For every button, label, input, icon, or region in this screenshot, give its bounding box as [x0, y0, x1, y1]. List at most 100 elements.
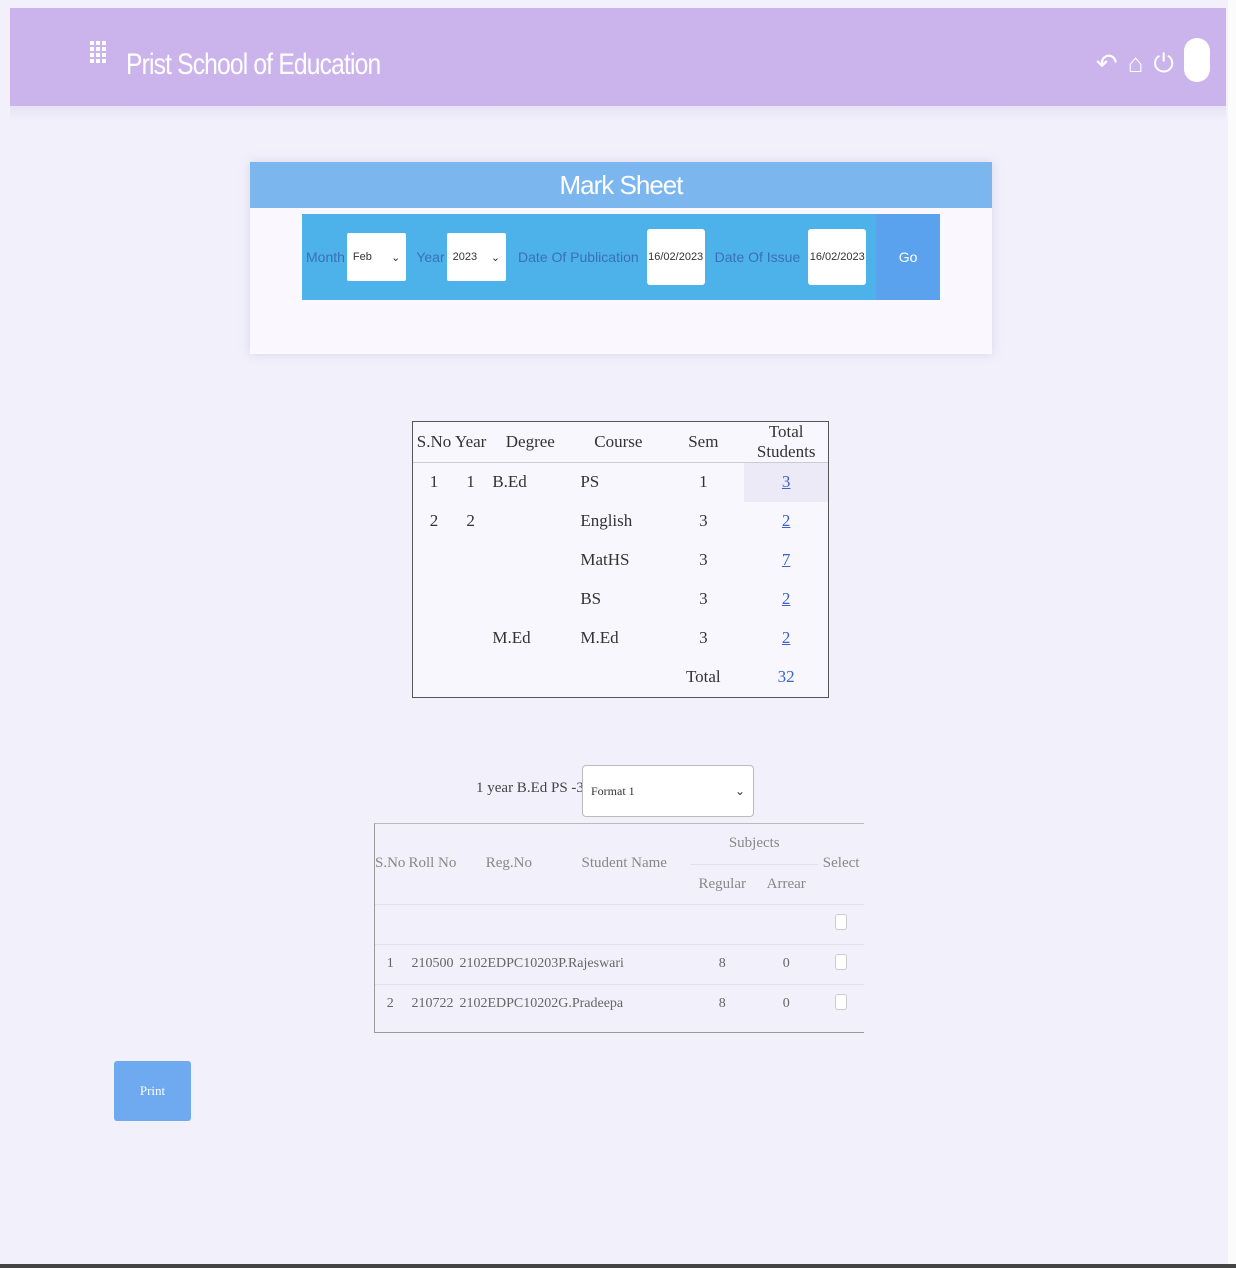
year-label: Year [416, 249, 445, 265]
col-degree: Degree [486, 422, 575, 463]
chevron-down-icon: ⌄ [391, 251, 401, 264]
cell-sem: 3 [699, 511, 708, 530]
cell-sem: 3 [699, 589, 708, 608]
cell-year: 2 [466, 511, 475, 530]
month-select[interactable]: Feb ⌄ [346, 233, 407, 281]
table-row: 1 1 B.Ed PS 1 3 [413, 462, 828, 502]
cell-sno: 1 [375, 943, 406, 984]
power-icon[interactable]: ⏻ [1153, 50, 1174, 76]
cell-sno [413, 619, 455, 658]
cell-sno [413, 541, 455, 580]
go-button[interactable]: Go [876, 214, 940, 300]
total-value: 32 [777, 667, 795, 686]
cell-reg: 2102EDPC10203 [459, 943, 559, 984]
summary-table: S.No Year Degree Course Sem Total Studen… [412, 421, 829, 698]
cell-student-name: G.Pradeepa [558, 983, 691, 1024]
col-year: Year [455, 422, 487, 463]
total-students-link[interactable]: 2 [782, 589, 791, 608]
table-row: M.Ed M.Ed 3 2 [413, 619, 828, 658]
year-value: 2023 [452, 251, 478, 263]
cell-course: PS [580, 472, 600, 492]
cell-sem: 3 [699, 628, 708, 647]
col-select: Select [822, 855, 860, 872]
issue-date-label: Date Of Issue [714, 249, 801, 265]
col-course: Course [574, 422, 663, 463]
col-arrear: Arrear [766, 875, 806, 892]
cell-sno: 2 [375, 983, 406, 1024]
issue-date-value: 16/02/2023 [809, 251, 865, 263]
row-select-checkbox[interactable] [835, 993, 848, 1010]
page-bottom-border [0, 1264, 1236, 1268]
format-select[interactable]: Format 1 ⌄ [582, 765, 754, 817]
year-select[interactable]: 2023 ⌄ [446, 233, 507, 281]
issue-date-input[interactable]: 16/02/2023 [808, 229, 867, 285]
cell-roll: 210722 [405, 983, 460, 1024]
total-students-link[interactable]: 2 [782, 628, 791, 647]
summary-total-row: Total 32 [413, 658, 828, 697]
cell-sno: 1 [429, 472, 439, 492]
cell-course: BS [580, 589, 602, 608]
month-value: Feb [352, 251, 372, 263]
home-icon[interactable]: ⌂ [1128, 50, 1144, 76]
table-row: 2 2 English 3 2 [413, 502, 828, 541]
header-shadow [10, 106, 1226, 122]
cell-course: English [580, 511, 633, 530]
col-sno: S.No [413, 422, 455, 463]
filter-bar: Month Feb ⌄ Year 2023 ⌄ Date Of Publicat… [302, 214, 940, 300]
students-table: S.No Roll No Reg.No Student Name Subject… [374, 823, 864, 1033]
cell-course: MatHS [580, 550, 630, 569]
mark-sheet-card: Mark Sheet Month Feb ⌄ Year 2023 ⌄ Date … [250, 162, 992, 354]
month-label: Month [306, 249, 345, 265]
cell-student-name: P.Rajeswari [558, 943, 691, 984]
cell-arrear: 0 [754, 983, 819, 1024]
cell-degree [486, 541, 574, 580]
select-all-checkbox[interactable] [835, 913, 848, 930]
cell-sem: 1 [699, 472, 708, 492]
cell-degree: B.Ed [492, 472, 527, 492]
total-students-link[interactable]: 7 [782, 550, 791, 569]
cell-course: M.Ed [580, 628, 619, 647]
col-reg: Reg.No [485, 855, 532, 872]
select-all-row [375, 903, 864, 944]
col-total-students: Total Students [744, 422, 828, 463]
total-students-link[interactable]: 3 [782, 472, 791, 491]
table-row: 1 210500 2102EDPC10203 P.Rajeswari 8 0 [375, 943, 864, 984]
cell-year [455, 541, 486, 580]
students-header-row: S.No Roll No Reg.No Student Name Subject… [375, 824, 864, 871]
col-sno: S.No [375, 855, 406, 872]
page-edge [1228, 0, 1236, 1268]
group-label: 1 year B.Ed PS -3 [476, 780, 584, 796]
back-icon[interactable]: ↶ [1096, 50, 1118, 76]
table-row: BS 3 2 [413, 580, 828, 619]
publication-date-value: 16/02/2023 [648, 251, 704, 263]
cell-year [455, 580, 486, 619]
col-roll: Roll No [408, 855, 457, 872]
col-regular: Regular [698, 875, 746, 892]
summary-header-row: S.No Year Degree Course Sem Total Studen… [413, 422, 828, 463]
cell-degree [486, 580, 574, 619]
cell-sno [413, 580, 455, 619]
row-select-checkbox[interactable] [835, 953, 848, 970]
cell-year: 1 [466, 472, 475, 492]
cell-year [455, 619, 486, 658]
total-students-link[interactable]: 2 [782, 511, 791, 530]
table-row: MatHS 3 7 [413, 541, 828, 580]
cell-sem: 3 [699, 550, 708, 569]
cell-degree: M.Ed [492, 628, 531, 647]
chevron-down-icon: ⌄ [734, 783, 745, 798]
table-row: 2 210722 2102EDPC10202 G.Pradeepa 8 0 [375, 983, 864, 1024]
cell-arrear: 0 [754, 943, 819, 984]
col-subjects: Subjects [690, 824, 819, 865]
cell-roll: 210500 [405, 943, 460, 984]
total-label: Total [685, 667, 721, 686]
publication-date-input[interactable]: 16/02/2023 [646, 229, 705, 285]
print-button[interactable]: Print [114, 1061, 191, 1121]
menu-grid-icon[interactable] [90, 41, 106, 73]
cell-degree [486, 502, 574, 541]
card-title: Mark Sheet [250, 162, 992, 208]
col-student-name: Student Name [581, 855, 667, 872]
publication-date-label: Date Of Publication [518, 249, 639, 265]
cell-sno: 2 [429, 511, 439, 530]
app-title: Prist School of Education [126, 48, 381, 81]
avatar[interactable] [1184, 38, 1210, 82]
